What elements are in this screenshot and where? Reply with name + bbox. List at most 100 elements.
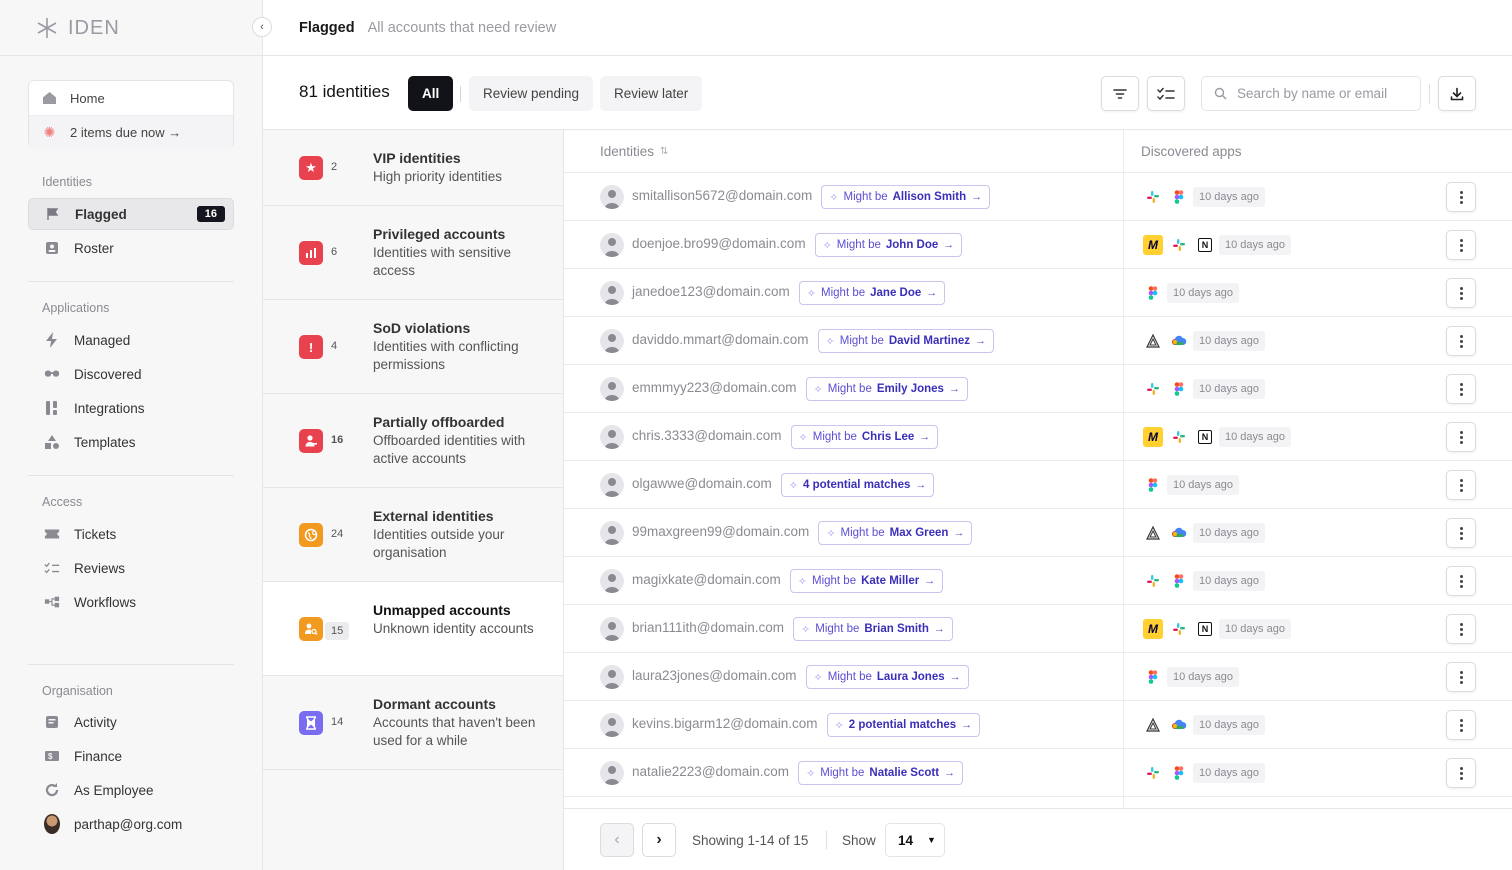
match-suggestion-chip[interactable]: ✧ Might be Allison Smith → (821, 185, 991, 209)
sidebar-item-activity[interactable]: Activity (28, 706, 234, 738)
match-suggestion-chip[interactable]: ✧ Might be Max Green → (818, 521, 973, 545)
row-actions-button[interactable] (1446, 710, 1476, 740)
match-suggestion-chip[interactable]: ✧ Might be Chris Lee → (790, 425, 939, 449)
row-actions-button[interactable] (1446, 470, 1476, 500)
slack-icon[interactable] (1143, 763, 1163, 783)
tab-all[interactable]: All (408, 76, 454, 111)
row-actions-button[interactable] (1446, 182, 1476, 212)
table-row[interactable]: daviddo.mmart@domain.com ✧ Might be David M… (564, 317, 1512, 365)
aws-icon[interactable] (1143, 331, 1163, 351)
match-suggestion-chip[interactable]: ✧ Might be Brian Smith → (793, 617, 953, 641)
gcp-icon[interactable] (1169, 523, 1189, 543)
match-suggestion-chip[interactable]: ✧ Might be Jane Doe → (798, 281, 946, 305)
due-items-link[interactable]: ✺ 2 items due now → (29, 115, 233, 149)
notion-icon[interactable]: N (1195, 619, 1215, 639)
row-actions-button[interactable] (1446, 230, 1476, 260)
row-actions-button[interactable] (1446, 326, 1476, 356)
sidebar-item-integrations[interactable]: Integrations (28, 392, 234, 424)
filter-button[interactable] (1101, 76, 1139, 111)
aws-icon[interactable] (1143, 715, 1163, 735)
slack-icon[interactable] (1143, 187, 1163, 207)
table-row[interactable]: doenjoe.bro99@domain.com ✧ Might be John Do… (564, 221, 1512, 269)
category-dormant-accounts[interactable]: 14 Dormant accounts Accounts that haven't … (263, 676, 563, 770)
match-suggestion-chip[interactable]: ✧ Might be Laura Jones → (805, 665, 969, 689)
page-size-select[interactable]: 14 ▼ (885, 823, 945, 857)
row-actions-button[interactable] (1446, 422, 1476, 452)
figma-icon[interactable] (1143, 475, 1163, 495)
gcp-icon[interactable] (1169, 331, 1189, 351)
category-unmapped-accounts[interactable]: 15 Unmapped accounts Unknown identity acco… (263, 582, 563, 676)
table-row[interactable]: laura23jones@domain.com ✧ Might be Laura Jo… (564, 653, 1512, 701)
figma-icon[interactable] (1169, 379, 1189, 399)
notion-icon[interactable]: N (1195, 427, 1215, 447)
category-partially-offboarded[interactable]: 16 Partially offboarded Offboarded identit… (263, 394, 563, 488)
category-sod-violations[interactable]: ! 4 SoD violations Identities with conflict… (263, 300, 563, 394)
slack-icon[interactable] (1143, 379, 1163, 399)
gcp-icon[interactable] (1169, 715, 1189, 735)
sidebar-item-tickets[interactable]: Tickets (28, 518, 234, 550)
column-header-identities[interactable]: Identities ⇅ (600, 144, 668, 159)
row-actions-button[interactable] (1446, 758, 1476, 788)
slack-icon[interactable] (1169, 427, 1189, 447)
match-suggestion-chip[interactable]: ✧ Might be Natalie Scott → (798, 761, 964, 785)
sidebar-item-templates[interactable]: Templates (28, 426, 234, 458)
sidebar-item-discovered[interactable]: Discovered (28, 358, 234, 390)
miro-icon[interactable]: M (1143, 235, 1163, 255)
sidebar-item-reviews[interactable]: Reviews (28, 552, 234, 584)
table-row[interactable]: chris.3333@domain.com ✧ Might be Chris Lee →… (564, 413, 1512, 461)
home-link[interactable]: Home (29, 81, 233, 115)
match-suggestion-chip[interactable]: ✧ Might be David Martinez → (817, 329, 995, 353)
table-row[interactable]: olgawwe@domain.com ✧ 4 potential matches → 1… (564, 461, 1512, 509)
next-page-button[interactable]: › (642, 823, 676, 857)
collapse-sidebar-button[interactable]: ‹ (252, 17, 272, 37)
category-privileged-accounts[interactable]: 6 Privileged accounts Identities with sens… (263, 206, 563, 300)
row-actions-button[interactable] (1446, 374, 1476, 404)
figma-icon[interactable] (1169, 187, 1189, 207)
aws-icon[interactable] (1143, 523, 1163, 543)
table-row[interactable]: natalie2223@domain.com ✧ Might be Natalie S… (564, 749, 1512, 797)
figma-icon[interactable] (1143, 667, 1163, 687)
sidebar-item-managed[interactable]: Managed (28, 324, 234, 356)
match-suggestion-chip[interactable]: ✧ 2 potential matches → (826, 713, 981, 737)
miro-icon[interactable]: M (1143, 619, 1163, 639)
tab-review-later[interactable]: Review later (600, 76, 703, 111)
tab-review-pending[interactable]: Review pending (469, 76, 594, 111)
row-actions-button[interactable] (1446, 614, 1476, 644)
figma-icon[interactable] (1169, 763, 1189, 783)
table-row[interactable]: magixkate@domain.com ✧ Might be Kate Miller… (564, 557, 1512, 605)
table-row[interactable]: emmmyy223@domain.com ✧ Might be Emily Jones… (564, 365, 1512, 413)
table-row[interactable]: janedoe123@domain.com ✧ Might be Jane Doe → 1… (564, 269, 1512, 317)
category-external-identities[interactable]: 24 External identities Identities outside … (263, 488, 563, 582)
notion-icon[interactable]: N (1195, 235, 1215, 255)
table-row[interactable]: kevins.bigarm12@domain.com ✧ 2 potential m… (564, 701, 1512, 749)
slack-icon[interactable] (1169, 619, 1189, 639)
sidebar-item-as-employee[interactable]: As Employee (28, 774, 234, 806)
brand-logo[interactable]: IDEN (36, 16, 120, 40)
category-vip-identities[interactable]: ★ 2 VIP identities High priority identities (263, 130, 563, 206)
sidebar-item-finance[interactable]: $ Finance (28, 740, 234, 772)
match-suggestion-chip[interactable]: ✧ Might be John Doe → (814, 233, 963, 257)
table-row[interactable]: 99maxgreen99@domain.com ✧ Might be Max Gree… (564, 509, 1512, 557)
row-actions-button[interactable] (1446, 662, 1476, 692)
table-row[interactable]: smitallison5672@domain.com ✧ Might be Allis… (564, 173, 1512, 221)
prev-page-button[interactable]: ‹ (600, 823, 634, 857)
slack-icon[interactable] (1143, 571, 1163, 591)
search-input[interactable]: Search by name or email (1201, 76, 1421, 111)
miro-icon[interactable]: M (1143, 427, 1163, 447)
figma-icon[interactable] (1169, 571, 1189, 591)
table-row[interactable]: brian111ith@domain.com ✧ Might be Brian Smi… (564, 605, 1512, 653)
figma-icon[interactable] (1143, 283, 1163, 303)
row-actions-button[interactable] (1446, 278, 1476, 308)
sidebar-item-workflows[interactable]: Workflows (28, 586, 234, 618)
sidebar-item-parthap-org-com[interactable]: parthap@org.com (28, 808, 234, 840)
match-suggestion-chip[interactable]: ✧ 4 potential matches → (780, 473, 935, 497)
download-button[interactable] (1438, 76, 1476, 111)
slack-icon[interactable] (1169, 235, 1189, 255)
bulk-select-button[interactable] (1147, 76, 1185, 111)
sidebar-item-flagged[interactable]: Flagged 16 (28, 198, 234, 230)
match-suggestion-chip[interactable]: ✧ Might be Emily Jones → (805, 377, 968, 401)
sidebar-item-roster[interactable]: Roster (28, 232, 234, 264)
row-actions-button[interactable] (1446, 518, 1476, 548)
row-actions-button[interactable] (1446, 566, 1476, 596)
match-suggestion-chip[interactable]: ✧ Might be Kate Miller → (789, 569, 944, 593)
